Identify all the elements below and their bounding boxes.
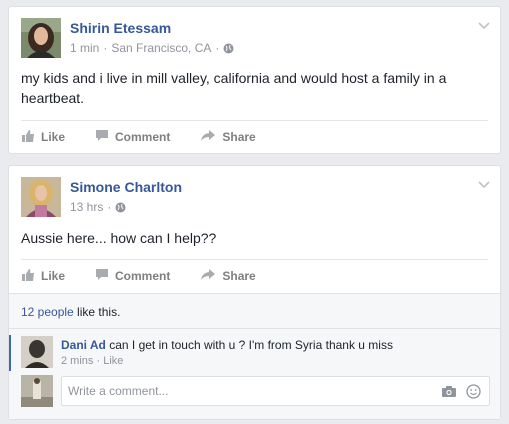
post-card-1: Shirin Etessam 1 min · San Francisco, CA… xyxy=(8,6,501,154)
comment-label: Comment xyxy=(115,269,171,283)
share-arrow-icon xyxy=(200,268,222,284)
share-button[interactable]: Share xyxy=(200,129,256,145)
separator: · xyxy=(96,355,101,367)
comment-bubble-icon xyxy=(95,268,115,284)
post-card-2: Simone Charlton 13 hrs · Aussie here... … xyxy=(8,165,501,420)
comment-item: Dani Ad can I get in touch with u ? I'm … xyxy=(9,328,500,371)
comment-input[interactable] xyxy=(68,383,418,399)
share-arrow-icon xyxy=(200,129,222,145)
composer-avatar xyxy=(21,375,53,407)
post-actions: Like Comment Share xyxy=(21,259,488,292)
likes-suffix: like this. xyxy=(73,305,121,319)
like-label: Like xyxy=(41,269,66,283)
share-label: Share xyxy=(222,269,256,283)
comment-bubble-icon xyxy=(95,129,115,145)
comment-button[interactable]: Comment xyxy=(95,129,170,145)
post-timestamp[interactable]: 1 min xyxy=(70,41,99,55)
author-name[interactable]: Shirin Etessam xyxy=(70,20,171,36)
thumbs-up-icon xyxy=(21,129,41,146)
share-button[interactable]: Share xyxy=(200,268,256,284)
comment-meta: 2 mins · Like xyxy=(61,355,123,367)
comment-label: Comment xyxy=(115,130,171,144)
thumbs-up-icon xyxy=(21,268,41,285)
post-meta: 13 hrs · xyxy=(70,200,126,214)
like-label: Like xyxy=(41,130,66,144)
globe-icon xyxy=(223,43,234,54)
comment-avatar[interactable] xyxy=(21,336,53,368)
chevron-down-icon[interactable] xyxy=(478,19,490,30)
post-text: Aussie here... how can I help?? xyxy=(21,230,217,246)
separator: · xyxy=(107,200,112,214)
like-button[interactable]: Like xyxy=(21,129,65,146)
comment-highlight-bar xyxy=(9,335,11,371)
smiley-icon[interactable] xyxy=(466,384,481,402)
separator: · xyxy=(103,41,108,55)
comment-timestamp[interactable]: 2 mins xyxy=(61,355,93,367)
separator: · xyxy=(215,41,220,55)
share-label: Share xyxy=(222,130,256,144)
camera-icon[interactable] xyxy=(441,385,457,401)
post-actions: Like Comment Share xyxy=(21,120,488,153)
avatar[interactable] xyxy=(21,18,61,58)
comment-button[interactable]: Comment xyxy=(95,268,170,284)
chevron-down-icon[interactable] xyxy=(478,178,490,189)
avatar[interactable] xyxy=(21,177,61,217)
comment-line: Dani Ad can I get in touch with u ? I'm … xyxy=(61,337,393,353)
post-timestamp[interactable]: 13 hrs xyxy=(70,200,103,214)
comment-like-link[interactable]: Like xyxy=(103,355,123,367)
post-text: my kids and i live in mill valley, calif… xyxy=(21,70,447,106)
likes-count-link[interactable]: 12 people xyxy=(21,305,74,319)
post-meta: 1 min · San Francisco, CA · xyxy=(70,41,234,55)
likes-summary: 12 people like this. xyxy=(21,305,120,319)
like-button[interactable]: Like xyxy=(21,268,65,285)
author-name[interactable]: Simone Charlton xyxy=(70,179,182,195)
feedback-section: 12 people like this. Dani Ad can I get i… xyxy=(9,293,500,419)
comment-text: can I get in touch with u ? I'm from Syr… xyxy=(105,338,393,352)
comment-composer[interactable] xyxy=(61,376,490,406)
globe-icon xyxy=(115,202,126,213)
post-location[interactable]: San Francisco, CA xyxy=(111,41,211,55)
comment-author[interactable]: Dani Ad xyxy=(61,338,106,352)
